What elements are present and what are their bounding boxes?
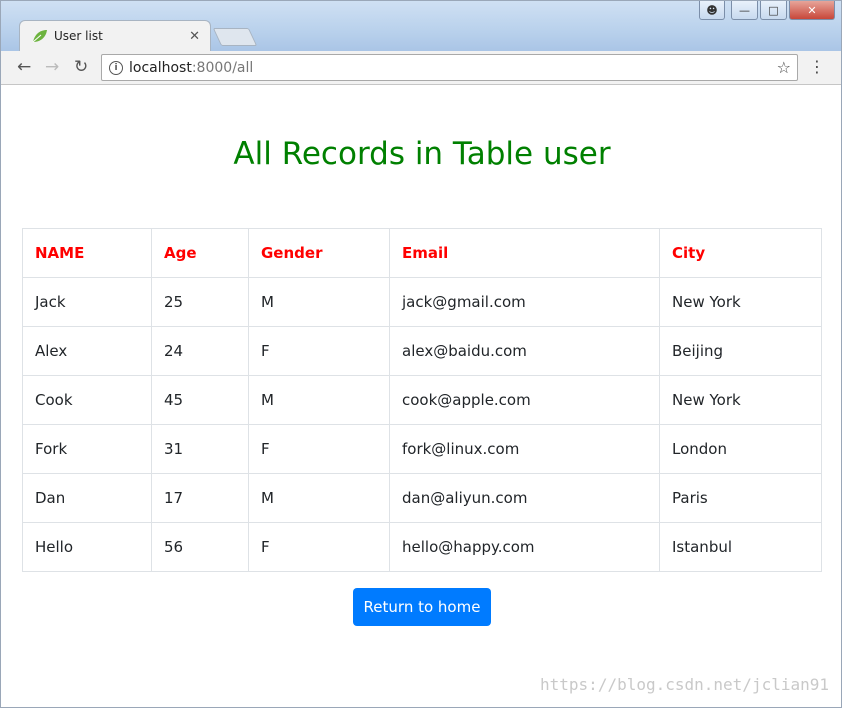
header-name: NAME	[22, 228, 152, 278]
cell-name: Alex	[22, 326, 152, 376]
reload-icon[interactable]: ↻	[74, 58, 88, 76]
cell-email: jack@gmail.com	[389, 277, 660, 327]
table-row: Fork 31 F fork@linux.com London	[22, 424, 822, 474]
minimize-button[interactable]: —	[731, 1, 758, 20]
watermark: https://blog.csdn.net/jclian91	[540, 675, 829, 694]
back-arrow-icon[interactable]: ←	[17, 58, 31, 76]
table-row: Hello 56 F hello@happy.com Istanbul	[22, 522, 822, 572]
cell-city: Istanbul	[659, 522, 822, 572]
leaf-icon	[32, 30, 47, 43]
forward-arrow-icon[interactable]: →	[45, 58, 59, 76]
cell-age: 45	[151, 375, 249, 425]
browser-toolbar: ← → ↻ i localhost:8000/all ☆ ⋮	[1, 51, 841, 85]
maximize-button[interactable]: □	[760, 1, 787, 20]
page-title: All Records in Table user	[233, 136, 611, 172]
page-content: All Records in Table user NAME Age Gende…	[9, 86, 835, 702]
url-path: :8000/all	[191, 60, 254, 76]
table-header-row: NAME Age Gender Email City	[22, 228, 822, 278]
cell-gender: F	[248, 326, 390, 376]
url-text[interactable]: localhost:8000/all	[129, 60, 253, 76]
cell-email: fork@linux.com	[389, 424, 660, 474]
address-bar[interactable]: i localhost:8000/all ☆	[101, 54, 798, 81]
title-bar: ☻ — □ ✕ User list ✕	[1, 1, 841, 51]
cell-gender: M	[248, 277, 390, 327]
cell-email: cook@apple.com	[389, 375, 660, 425]
browser-window: ☻ — □ ✕ User list ✕ ← → ↻ i localhost:80…	[0, 0, 842, 708]
table-row: Alex 24 F alex@baidu.com Beijing	[22, 326, 822, 376]
table-row: Jack 25 M jack@gmail.com New York	[22, 277, 822, 327]
table-row: Dan 17 M dan@aliyun.com Paris	[22, 473, 822, 523]
cell-gender: F	[248, 424, 390, 474]
cell-age: 25	[151, 277, 249, 327]
tab-title: User list	[54, 29, 103, 43]
window-controls: ☻ — □ ✕	[699, 1, 835, 20]
cell-age: 17	[151, 473, 249, 523]
cell-age: 56	[151, 522, 249, 572]
cell-email: hello@happy.com	[389, 522, 660, 572]
header-gender: Gender	[248, 228, 390, 278]
close-window-button[interactable]: ✕	[789, 1, 835, 20]
cell-age: 24	[151, 326, 249, 376]
cell-name: Hello	[22, 522, 152, 572]
new-tab-button[interactable]	[212, 28, 258, 46]
cell-email: alex@baidu.com	[389, 326, 660, 376]
cell-city: New York	[659, 277, 822, 327]
cell-city: Paris	[659, 473, 822, 523]
cell-city: New York	[659, 375, 822, 425]
close-tab-icon[interactable]: ✕	[189, 29, 200, 44]
table-row: Cook 45 M cook@apple.com New York	[22, 375, 822, 425]
browser-tab[interactable]: User list ✕	[19, 20, 211, 51]
header-city: City	[659, 228, 822, 278]
cell-gender: M	[248, 375, 390, 425]
cell-name: Jack	[22, 277, 152, 327]
user-icon[interactable]: ☻	[699, 1, 725, 20]
cell-name: Fork	[22, 424, 152, 474]
cell-gender: M	[248, 473, 390, 523]
info-icon[interactable]: i	[109, 61, 123, 75]
cell-name: Dan	[22, 473, 152, 523]
return-to-home-button[interactable]: Return to home	[353, 588, 491, 626]
star-icon[interactable]: ☆	[777, 58, 791, 77]
header-email: Email	[389, 228, 660, 278]
cell-email: dan@aliyun.com	[389, 473, 660, 523]
url-host: localhost	[129, 60, 192, 76]
cell-gender: F	[248, 522, 390, 572]
cell-city: London	[659, 424, 822, 474]
cell-name: Cook	[22, 375, 152, 425]
cell-city: Beijing	[659, 326, 822, 376]
users-table: NAME Age Gender Email City Jack 25 M jac…	[22, 228, 822, 572]
header-age: Age	[151, 228, 249, 278]
kebab-menu-icon[interactable]: ⋮	[809, 57, 825, 76]
cell-age: 31	[151, 424, 249, 474]
